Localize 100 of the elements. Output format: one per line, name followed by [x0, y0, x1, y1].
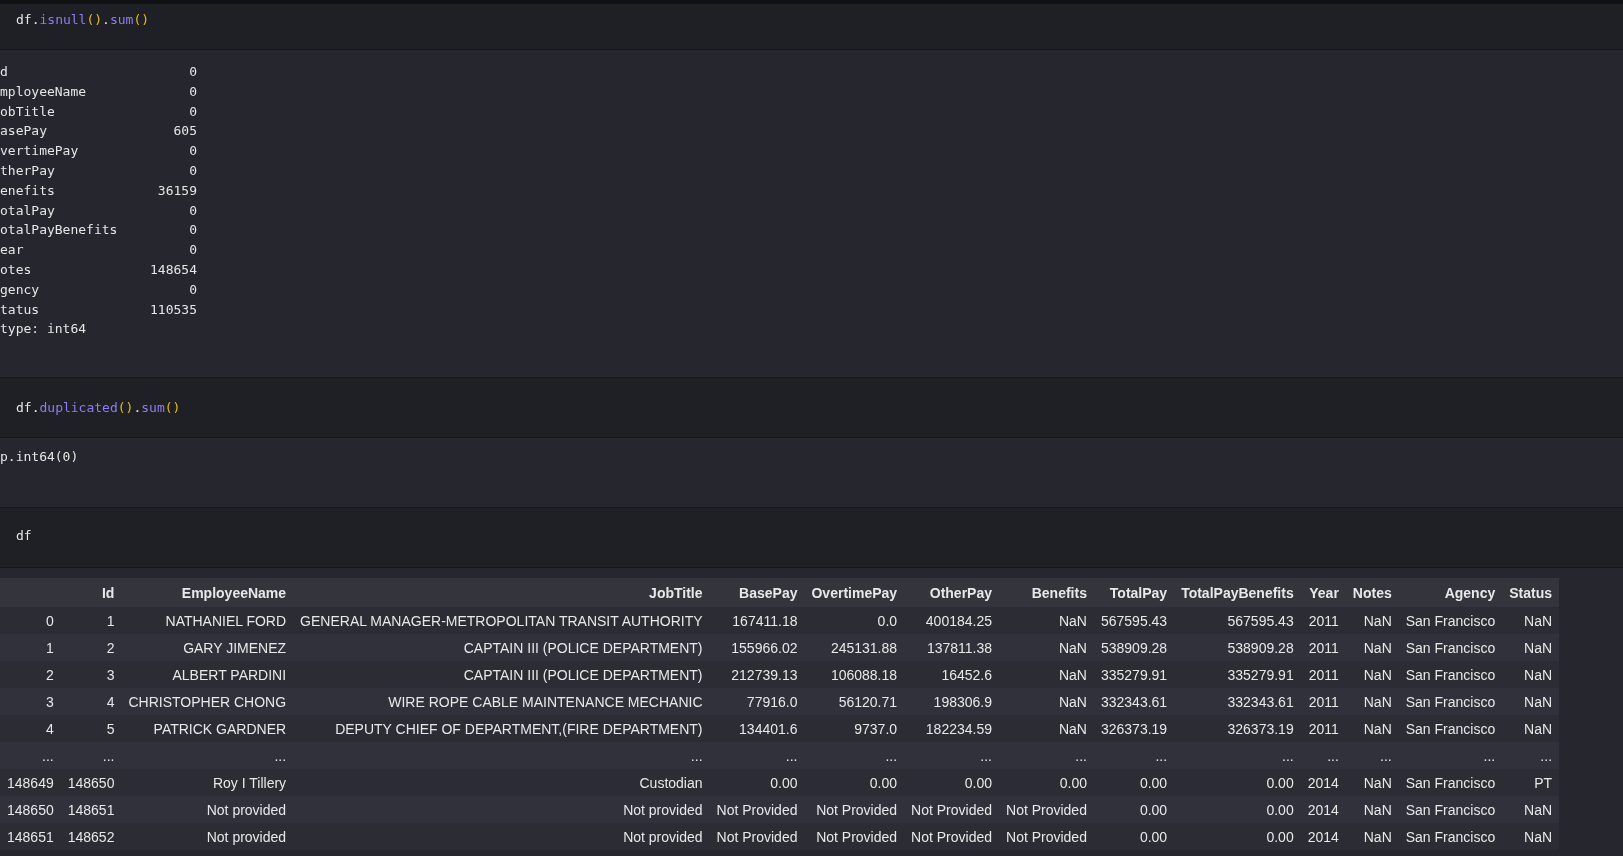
series-value: 605: [172, 122, 197, 141]
table-cell: 9737.0: [804, 715, 905, 742]
table-cell: WIRE ROPE CABLE MAINTENANCE MECHANIC: [293, 688, 710, 715]
series-value: 0: [188, 142, 197, 161]
table-cell: 2011: [1300, 634, 1346, 661]
table-cell: NaN: [1502, 661, 1560, 688]
table-cell: ...: [1300, 742, 1346, 769]
table-cell: 2: [60, 634, 122, 661]
table-cell: San Francisco: [1398, 823, 1503, 850]
table-cell: 2014: [1300, 796, 1346, 823]
table-cell: GENERAL MANAGER-METROPOLITAN TRANSIT AUTHORITY: [293, 607, 710, 634]
table-cell: 167411.18: [709, 607, 805, 634]
row-index: 148650: [0, 796, 61, 823]
column-header: Year: [1300, 578, 1346, 607]
table-cell: 0.00: [1093, 823, 1175, 850]
table-cell: 148651: [60, 796, 122, 823]
row-index: 148651: [0, 823, 61, 850]
table-cell: Not Provided: [904, 796, 999, 823]
table-cell: 3: [60, 661, 122, 688]
table-cell: NaN: [1345, 607, 1399, 634]
table-cell: San Francisco: [1398, 634, 1503, 661]
series-value: 0: [188, 280, 197, 299]
row-index: 148649: [0, 769, 61, 796]
series-label: otalPayBenefits: [0, 221, 119, 240]
table-cell: 0.00: [1174, 823, 1301, 850]
table-cell: NaN: [1345, 634, 1399, 661]
table-cell: ...: [804, 742, 905, 769]
table-cell: NaN: [999, 607, 1094, 634]
table-cell: NaN: [999, 715, 1094, 742]
table-cell: Custodian: [293, 769, 710, 796]
series-label: mployeeName: [0, 82, 88, 101]
table-cell: 326373.19: [1174, 715, 1301, 742]
table-cell: Not Provided: [999, 796, 1094, 823]
table-cell: 5: [60, 715, 122, 742]
table-cell: 0.00: [999, 769, 1094, 796]
table-cell: ...: [1093, 742, 1175, 769]
table-cell: ...: [60, 742, 122, 769]
column-header: TotalPayBenefits: [1174, 578, 1301, 607]
table-cell: NaN: [999, 688, 1094, 715]
table-cell: 56120.71: [804, 688, 905, 715]
table-cell: San Francisco: [1398, 769, 1503, 796]
table-cell: 0.00: [1093, 796, 1175, 823]
table-cell: 567595.43: [1093, 607, 1175, 634]
table-cell: 77916.0: [709, 688, 805, 715]
series-dtype: type: int64: [0, 321, 87, 337]
table-cell: 0.0: [804, 607, 905, 634]
table-cell: 335279.91: [1174, 661, 1301, 688]
series-value: 0: [188, 221, 197, 240]
table-cell: 326373.19: [1093, 715, 1175, 742]
table-cell: DEPUTY CHIEF OF DEPARTMENT,(FIRE DEPARTMENT): [293, 715, 710, 742]
table-cell: 2011: [1300, 661, 1346, 688]
table-cell: 0.00: [1174, 796, 1301, 823]
table-cell: 0.00: [904, 769, 999, 796]
table-cell: San Francisco: [1398, 607, 1503, 634]
table-cell: 0.00: [804, 769, 905, 796]
table-cell: 4: [60, 688, 122, 715]
table-cell: Roy I Tillery: [121, 769, 294, 796]
table-cell: 2014: [1300, 769, 1346, 796]
table-cell: 106088.18: [804, 661, 905, 688]
table-cell: Not provided: [121, 823, 294, 850]
series-label: obTitle: [0, 102, 56, 121]
series-label: ear: [0, 241, 25, 260]
table-cell: 400184.25: [904, 607, 999, 634]
series-label: otes: [0, 260, 33, 279]
table-cell: NaN: [1502, 715, 1560, 742]
table-cell: ...: [999, 742, 1094, 769]
table-cell: San Francisco: [1398, 688, 1503, 715]
table-cell: 538909.28: [1174, 634, 1301, 661]
table-cell: ...: [1398, 742, 1503, 769]
table-cell: 2011: [1300, 715, 1346, 742]
table-cell: 1: [60, 607, 122, 634]
series-value: 36159: [156, 181, 197, 200]
table-cell: NATHANIEL FORD: [121, 607, 294, 634]
series-label: asePay: [0, 122, 48, 141]
series-value: 0: [188, 82, 197, 101]
series-value: 110535: [150, 300, 197, 319]
series-value: 0: [188, 241, 197, 260]
table-cell: 198306.9: [904, 688, 999, 715]
table-cell: CHRISTOPHER CHONG: [121, 688, 294, 715]
series-label: gency: [0, 280, 41, 299]
table-cell: 332343.61: [1174, 688, 1301, 715]
column-header: Id: [60, 578, 122, 607]
table-cell: NaN: [1345, 661, 1399, 688]
row-index: 4: [0, 715, 61, 742]
table-cell: San Francisco: [1398, 715, 1503, 742]
table-cell: Not Provided: [709, 823, 805, 850]
table-cell: 2011: [1300, 688, 1346, 715]
output-text: p.int64(0): [0, 449, 79, 464]
series-label: tatus: [0, 300, 41, 319]
table-cell: 134401.6: [709, 715, 805, 742]
table-cell: 212739.13: [709, 661, 805, 688]
column-header: BasePay: [709, 578, 805, 607]
table-cell: ...: [293, 742, 710, 769]
table-cell: 2014: [1300, 823, 1346, 850]
table-cell: 567595.43: [1174, 607, 1301, 634]
row-index: 3: [0, 688, 61, 715]
table-cell: Not Provided: [904, 823, 999, 850]
table-cell: Not provided: [293, 823, 710, 850]
code-line: df: [16, 528, 32, 543]
table-cell: NaN: [1345, 769, 1399, 796]
